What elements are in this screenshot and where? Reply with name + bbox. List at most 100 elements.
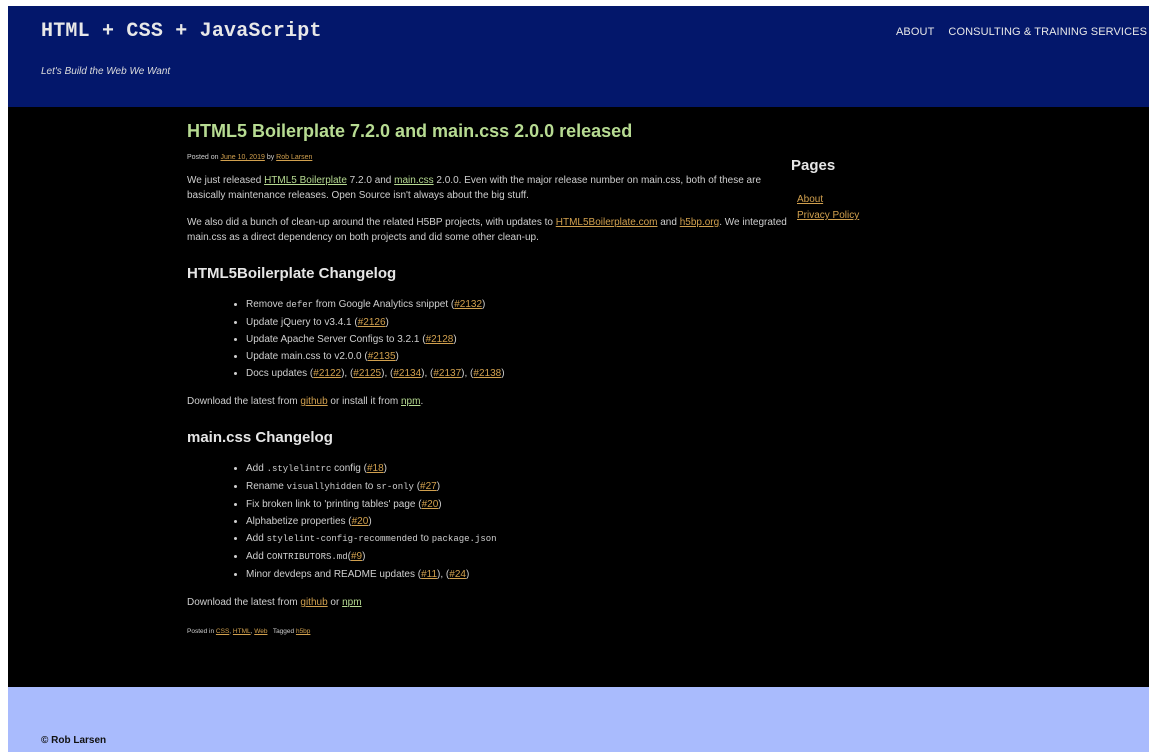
article-title[interactable]: HTML5 Boilerplate 7.2.0 and main.css 2.0… (187, 121, 787, 142)
list-item: Update main.css to v2.0.0 (#2135) (246, 348, 787, 365)
copyright-text: © Rob Larsen (41, 735, 107, 746)
author-link[interactable]: Rob Larsen (276, 154, 312, 161)
sidebar-item-about: About (797, 192, 991, 208)
issue-link[interactable]: #24 (449, 569, 466, 580)
html5boilerplate-com-link[interactable]: HTML5Boilerplate.com (556, 217, 658, 228)
category-web-link[interactable]: Web (254, 628, 267, 635)
item-text: ) (395, 351, 399, 362)
sidebar-about-link[interactable]: About (797, 194, 823, 205)
npm-link[interactable]: npm (401, 396, 420, 407)
item-text: Rename (246, 481, 287, 492)
issue-link[interactable]: #2128 (426, 334, 454, 345)
list-item: Update Apache Server Configs to 3.2.1 (#… (246, 331, 787, 348)
item-text: Update jQuery to v3.4.1 ( (246, 317, 358, 328)
issue-link[interactable]: #2132 (454, 299, 482, 310)
paragraph-text: or (327, 597, 343, 608)
list-item: Add .stylelintrc config (#18) (246, 460, 787, 478)
article: HTML5 Boilerplate 7.2.0 and main.css 2.0… (187, 121, 787, 635)
code-snippet: stylelint-config-recommended (266, 534, 418, 544)
list-item: Alphabetize properties (#20) (246, 513, 787, 530)
item-text: Update Apache Server Configs to 3.2.1 ( (246, 334, 426, 345)
tag-h5bp-link[interactable]: h5bp (296, 628, 310, 635)
entry-footer: Posted in CSS, HTML, Web Tagged h5bp (187, 628, 311, 635)
item-text: ) (438, 499, 442, 510)
item-text: Remove (246, 299, 287, 310)
maincss-changelog-list: Add .stylelintrc config (#18) Rename vis… (187, 460, 787, 583)
npm-link[interactable]: npm (342, 597, 361, 608)
paragraph-text: 7.2.0 and (346, 175, 395, 186)
issue-link[interactable]: #20 (352, 516, 369, 527)
issue-link[interactable]: #9 (351, 551, 362, 562)
item-text: to (417, 533, 432, 544)
main-css-link[interactable]: main.css (394, 175, 433, 186)
list-item: Rename visuallyhidden to sr-only (#27) (246, 478, 787, 496)
issue-link[interactable]: #2122 (313, 368, 341, 379)
item-text: ) (482, 299, 486, 310)
item-text: Add (246, 551, 267, 562)
h5bp-changelog-heading: HTML5Boilerplate Changelog (187, 265, 397, 282)
github-link[interactable]: github (300, 597, 327, 608)
issue-link[interactable]: #2135 (368, 351, 396, 362)
tagged-text: Tagged (272, 628, 296, 635)
code-snippet: visuallyhidden (286, 482, 363, 492)
issue-link[interactable]: #2138 (473, 368, 501, 379)
sidebar-item-privacy: Privacy Policy (797, 208, 991, 224)
sidebar: Pages About Privacy Policy (791, 157, 991, 224)
site-footer: © Rob Larsen (8, 687, 1149, 752)
code-snippet: sr-only (376, 482, 414, 492)
item-text: ) (383, 463, 387, 474)
issue-link[interactable]: #20 (422, 499, 439, 510)
maincss-changelog-heading: main.css Changelog (187, 429, 333, 446)
issue-link[interactable]: #2126 (358, 317, 386, 328)
category-css-link[interactable]: CSS (216, 628, 229, 635)
item-text: Update main.css to v2.0.0 ( (246, 351, 368, 362)
item-text: Add (246, 533, 267, 544)
list-item: Fix broken link to 'printing tables' pag… (246, 496, 787, 513)
issue-link[interactable]: #2134 (393, 368, 421, 379)
github-link[interactable]: github (300, 396, 327, 407)
item-text: Alphabetize properties ( (246, 516, 352, 527)
issue-link[interactable]: #2125 (353, 368, 381, 379)
post-date-link[interactable]: June 10, 2019 (220, 154, 264, 161)
issue-link[interactable]: #27 (420, 481, 437, 492)
by-text: by (266, 154, 275, 161)
item-text: config ( (331, 463, 367, 474)
item-text: Docs updates ( (246, 368, 314, 379)
sidebar-privacy-link[interactable]: Privacy Policy (797, 210, 859, 221)
nav-about-link[interactable]: ABOUT (896, 26, 934, 38)
category-html-link[interactable]: HTML (233, 628, 251, 635)
h5bp-org-link[interactable]: h5bp.org (680, 217, 719, 228)
posted-in-text: Posted in (187, 628, 216, 635)
nav-consulting-link[interactable]: CONSULTING & TRAINING SERVICES (948, 26, 1147, 38)
issue-link[interactable]: #18 (367, 463, 384, 474)
item-text: Add (246, 463, 267, 474)
paragraph-text: We also did a bunch of clean-up around t… (187, 217, 556, 228)
sidebar-title: Pages (791, 157, 836, 174)
main-content: HTML5 Boilerplate 7.2.0 and main.css 2.0… (8, 107, 1149, 687)
item-text: ) (436, 481, 441, 492)
paragraph-text: We just released (187, 175, 265, 186)
item-text: ) (453, 334, 457, 345)
site-tagline: Let's Build the Web We Want (41, 66, 171, 77)
issue-link[interactable]: #11 (421, 569, 437, 580)
code-snippet: defer (286, 300, 314, 310)
paragraph-text: or install it from (327, 396, 401, 407)
posted-on-text: Posted on (187, 154, 219, 161)
item-text: Fix broken link to 'printing tables' pag… (246, 499, 422, 510)
html5-boilerplate-link[interactable]: HTML5 Boilerplate (264, 175, 347, 186)
site-header: HTML + CSS + JavaScript Let's Build the … (8, 6, 1149, 107)
h5bp-changelog-list: Remove defer from Google Analytics snipp… (187, 296, 787, 382)
item-text: ) (362, 551, 366, 562)
intro-paragraph: We just released HTML5 Boilerplate 7.2.0… (187, 173, 787, 203)
sidebar-pages-list: About Privacy Policy (791, 192, 991, 224)
paragraph-text: Download the latest from (187, 396, 301, 407)
issue-link[interactable]: #2137 (433, 368, 461, 379)
code-snippet: .stylelintrc (266, 464, 332, 474)
paragraph-text: Download the latest from (187, 597, 301, 608)
list-item: Update jQuery to v3.4.1 (#2126) (246, 314, 787, 331)
code-snippet: package.json (431, 534, 497, 544)
list-item: Remove defer from Google Analytics snipp… (246, 296, 787, 314)
h5bp-download-paragraph: Download the latest from github or insta… (187, 394, 787, 409)
paragraph-text: and (657, 217, 680, 228)
site-title-link[interactable]: HTML + CSS + JavaScript (41, 20, 322, 43)
